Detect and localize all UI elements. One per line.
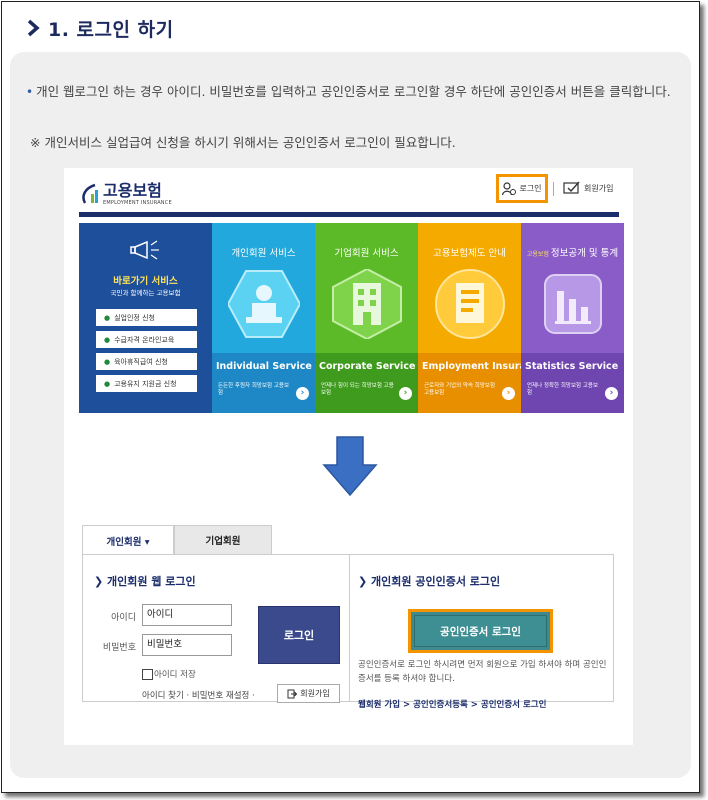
document-icon xyxy=(435,269,505,339)
chevron-right-icon[interactable]: › xyxy=(605,387,618,400)
cert-login-button[interactable]: 공인인증서 로그인 xyxy=(414,615,547,647)
chevron-right-icon[interactable]: › xyxy=(296,387,309,400)
instruction-line-1: • 개인 웹로그인 하는 경우 아이디. 비밀번호를 입력하고 공인인증서로 로그… xyxy=(26,84,671,99)
logo-mark-icon xyxy=(82,183,98,204)
section-title: 1. 로그인 하기 xyxy=(48,18,174,41)
cert-description: 공인인증서로 로그인 하시려면 먼저 회원으로 가입 하셔야 하며 공인인증서를… xyxy=(358,660,607,684)
web-login-title: ❯ 개인회원 웹 로그인 xyxy=(94,575,196,588)
chevron-right-icon[interactable]: › xyxy=(502,387,515,400)
join-button[interactable]: 회원가입 xyxy=(277,684,340,703)
chevron-right-icon: ❯ xyxy=(94,575,108,588)
nav-bar xyxy=(79,212,619,217)
logo-text-en: EMPLOYMENT INSURANCE xyxy=(103,200,172,206)
bullet-icon: ● xyxy=(104,379,111,388)
top-login-button[interactable]: 로그인 xyxy=(496,174,548,203)
tab-individual[interactable]: 개인회원 ▾ xyxy=(82,525,174,555)
top-join-button[interactable]: 회원가입 xyxy=(563,181,613,195)
chevron-right-icon xyxy=(27,19,40,37)
shortcut-item-employment-support[interactable]: ● 고용유지 지원금 신청 xyxy=(96,375,197,392)
logo-text-kr: 고용보험 xyxy=(103,181,162,200)
site-logo[interactable]: 고용보험 EMPLOYMENT INSURANCE xyxy=(79,182,172,206)
id-input[interactable]: 아이디 xyxy=(142,604,232,626)
bullet-icon: ● xyxy=(104,313,111,322)
cert-steps-links[interactable]: 웹회원 가입 > 공인인증서등록 > 공인인증서 로그인 xyxy=(358,698,546,710)
bullet-icon: ● xyxy=(104,335,111,344)
shortcut-title: 바로가기 서비스 xyxy=(113,276,178,287)
id-label: 아이디 xyxy=(111,613,136,623)
shortcut-subtitle: 국민과 함께하는 고용보험 xyxy=(110,289,181,297)
cert-login-highlight[interactable]: 공인인증서 로그인 xyxy=(408,609,553,653)
chevron-right-icon[interactable]: › xyxy=(399,387,412,400)
card-statistics[interactable]: 고용보험 정보공개 및 통계 Statistics Service 언제나 정확한… xyxy=(521,223,624,413)
login-divider xyxy=(349,554,350,702)
bar-chart-icon xyxy=(544,274,602,334)
document-frame: 1. 로그인 하기 • 개인 웹로그인 하는 경우 아이디. 비밀번호를 입력하고… xyxy=(1,1,700,793)
arrow-down-icon xyxy=(322,436,378,497)
cert-login-title: ❯ 개인회원 공인인증서 로그인 xyxy=(358,575,501,588)
shortcut-panel: 바로가기 서비스 국민과 함께하는 고용보험 ● 실업인정 신청 ● 수급자격 온라… xyxy=(79,223,212,413)
bullet-icon: • xyxy=(26,85,34,99)
join-icon xyxy=(563,181,580,194)
card-individual[interactable]: 개인회원 서비스 Individual Service 든든한 후원자 희망보험… xyxy=(212,223,315,413)
building-icon xyxy=(332,269,402,339)
card-corporate[interactable]: 기업회원 서비스 Corporate Service 언제나 힘이 되는 희망보… xyxy=(315,223,418,413)
login-button[interactable]: 로그인 xyxy=(258,606,340,664)
shortcut-item-parental-leave[interactable]: ● 육아휴직급여 신청 xyxy=(96,353,197,370)
login-tabs: 개인회원 ▾ 기업회원 xyxy=(82,525,272,555)
instruction-line-2: ※ 개인서비스 실업급여 신청을 하시기 위해서는 공인인증서 로그인이 필요합… xyxy=(30,132,456,151)
chevron-right-icon: ❯ xyxy=(358,575,372,588)
card-prefix: 고용보험 xyxy=(526,251,549,258)
embedded-screenshot: 고용보험 EMPLOYMENT INSURANCE 로그인 회원가입 바로가기 … xyxy=(64,168,633,745)
card-employment-insurance[interactable]: 고용보험제도 안내 Employment Insurance 근로자와 기업의 … xyxy=(418,223,545,413)
main-banner: 바로가기 서비스 국민과 함께하는 고용보험 ● 실업인정 신청 ● 수급자격 온라… xyxy=(79,223,624,413)
shortcut-item-unemployment[interactable]: ● 실업인정 신청 xyxy=(96,309,197,326)
shortcut-item-online-edu[interactable]: ● 수급자격 온라인교육 xyxy=(96,331,197,348)
checkbox-icon[interactable] xyxy=(142,668,153,680)
bullet-icon: ● xyxy=(104,357,111,366)
password-input[interactable]: 비밀번호 xyxy=(142,634,232,656)
section-header: 1. 로그인 하기 xyxy=(26,16,174,41)
password-label: 비밀번호 xyxy=(102,643,136,653)
exit-icon xyxy=(287,689,298,698)
note-mark: ※ xyxy=(30,135,41,150)
tab-corporate[interactable]: 기업회원 xyxy=(174,525,272,555)
find-account-links[interactable]: 아이디 찾기 · 비밀번호 재설정 · xyxy=(142,689,255,701)
nav-separator xyxy=(553,182,554,196)
megaphone-icon xyxy=(130,240,159,260)
save-id-checkbox[interactable]: 아이디 저장 xyxy=(142,668,196,680)
person-icon xyxy=(228,270,300,338)
content-panel: • 개인 웹로그인 하는 경우 아이디. 비밀번호를 입력하고 공인인증서로 로그… xyxy=(10,52,691,778)
note-text: 개인서비스 실업급여 신청을 하시기 위해서는 공인인증서 로그인이 필요합니다… xyxy=(44,135,456,150)
user-icon xyxy=(502,181,517,195)
